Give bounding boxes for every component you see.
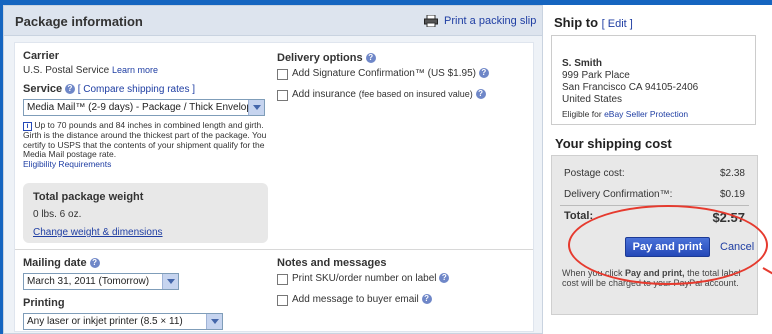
total-value: $2.57 — [712, 210, 745, 225]
weight-value: 0 lbs. 6 oz. — [33, 209, 82, 220]
address-box: S. Smith 999 Park Place San Francisco CA… — [551, 35, 756, 125]
pay-and-print-button[interactable]: Pay and print — [625, 237, 710, 257]
delivery-options-heading: Delivery options ? — [277, 52, 376, 64]
service-help-icon[interactable]: ? — [64, 84, 75, 95]
buyer-message-label: Add message to buyer email — [292, 294, 419, 305]
total-label: Total: — [564, 210, 594, 222]
seller-protection-link[interactable]: eBay Seller Protection — [604, 109, 688, 119]
carrier-value: U.S. Postal Service — [23, 65, 110, 76]
delivery-confirmation-row: Delivery Confirmation™: $0.19 — [564, 189, 745, 200]
mailing-date-select[interactable]: March 31, 2011 (Tomorrow) — [23, 273, 179, 290]
insurance-checkbox[interactable] — [277, 90, 288, 101]
print-sku-checkbox[interactable] — [277, 274, 288, 285]
cancel-link[interactable]: Cancel — [720, 241, 754, 253]
printing-label: Printing — [23, 297, 65, 309]
signature-help-icon[interactable]: ? — [478, 68, 489, 79]
postage-row: Postage cost: $2.38 — [564, 168, 745, 179]
delivery-options-title: Delivery options — [277, 52, 363, 64]
shipping-cost-title: Your shipping cost — [555, 136, 672, 151]
mailing-date-heading: Mailing date ? — [23, 257, 100, 269]
shipping-label-page: Package information Print a packing slip… — [3, 5, 772, 334]
address-country: United States — [562, 94, 623, 105]
buyer-message-row: Add message to buyer email ? — [292, 294, 432, 305]
printer-icon — [424, 14, 438, 28]
recipient-name: S. Smith — [562, 58, 603, 69]
package-information-body: Carrier U.S. Postal Service Learn more S… — [14, 42, 534, 332]
signature-checkbox[interactable] — [277, 69, 288, 80]
payment-note-bold: Pay and print, — [625, 268, 685, 278]
service-select-value: Media Mail™ (2-9 days) - Package / Thick… — [27, 102, 258, 113]
compare-rates-link[interactable]: [ Compare shipping rates ] — [78, 84, 195, 95]
carrier-label: Carrier — [23, 50, 60, 62]
print-sku-row: Print SKU/order number on label ? — [292, 273, 450, 284]
total-row: Total: $2.57 — [564, 210, 745, 225]
print-packing-slip-link[interactable]: Print a packing slip — [424, 14, 537, 28]
edit-address-link[interactable]: [ Edit ] — [602, 18, 633, 30]
insurance-label: Add insurance — [292, 89, 356, 100]
buyer-message-checkbox[interactable] — [277, 295, 288, 306]
service-label: Service — [23, 83, 63, 95]
insurance-note: (fee based on insured value) — [358, 89, 473, 99]
payment-note-prefix: When you click — [562, 268, 623, 278]
delivery-confirmation-label: Delivery Confirmation™: — [564, 189, 673, 200]
print-sku-help-icon[interactable]: ? — [439, 273, 450, 284]
insurance-row: Add insurance (fee based on insured valu… — [292, 89, 486, 100]
mailing-date-help-icon[interactable]: ? — [89, 258, 100, 269]
service-info: i Up to 70 pounds and 84 inches in combi… — [23, 120, 268, 170]
service-select[interactable]: Media Mail™ (2-9 days) - Package / Thick… — [23, 99, 265, 116]
chevron-down-icon — [248, 100, 264, 115]
signature-row: Add Signature Confirmation™ (US $1.95) ? — [292, 68, 489, 79]
service-info-text: Up to 70 pounds and 84 inches in combine… — [23, 120, 267, 159]
mailing-date-value: March 31, 2011 (Tomorrow) — [27, 276, 150, 287]
print-sku-label: Print SKU/order number on label — [292, 273, 437, 284]
postage-label: Postage cost: — [564, 168, 625, 179]
eligibility-link[interactable]: Eligibility Requirements — [23, 159, 268, 170]
payment-note: When you click Pay and print, the total … — [562, 268, 752, 288]
printer-select-value: Any laser or inkjet printer (8.5 × 11) — [27, 316, 183, 327]
shipping-cost-box: Postage cost: $2.38 Delivery Confirmatio… — [551, 155, 758, 315]
postage-value: $2.38 — [719, 168, 745, 179]
section-divider — [15, 249, 533, 250]
ship-to-heading: Ship to [ Edit ] — [554, 15, 633, 30]
weight-title: Total package weight — [33, 191, 144, 203]
chevron-down-icon — [206, 314, 222, 329]
notes-title: Notes and messages — [277, 257, 387, 269]
delivery-confirmation-value: $0.19 — [719, 189, 745, 200]
signature-label: Add Signature Confirmation™ (US $1.95) — [292, 68, 476, 79]
delivery-help-icon[interactable]: ? — [365, 53, 376, 64]
chevron-down-icon — [162, 274, 178, 289]
seller-protection-row: Eligible for eBay Seller Protection — [562, 109, 688, 119]
total-divider — [560, 205, 749, 206]
package-information-header: Package information Print a packing slip — [4, 6, 542, 36]
learn-more-link[interactable]: Learn more — [112, 65, 158, 75]
eligible-prefix: Eligible for — [562, 109, 602, 119]
insurance-help-icon[interactable]: ? — [475, 89, 486, 100]
address-line-2: San Francisco CA 94105-2406 — [562, 82, 699, 93]
ship-to-title: Ship to — [554, 15, 599, 30]
buyer-message-help-icon[interactable]: ? — [421, 294, 432, 305]
service-row: Service ? [ Compare shipping rates ] — [23, 83, 195, 95]
total-weight-box: Total package weight 0 lbs. 6 oz. Change… — [23, 183, 268, 243]
package-information-title: Package information — [15, 14, 143, 29]
print-packing-slip-label: Print a packing slip — [444, 15, 537, 27]
package-information-panel: Package information Print a packing slip… — [3, 5, 543, 334]
mailing-date-label: Mailing date — [23, 257, 87, 269]
change-weight-link[interactable]: Change weight & dimensions — [33, 227, 163, 238]
address-line-1: 999 Park Place — [562, 70, 630, 81]
printer-select[interactable]: Any laser or inkjet printer (8.5 × 11) — [23, 313, 223, 330]
carrier-row: U.S. Postal Service Learn more — [23, 65, 158, 76]
highlight-pointer — [762, 267, 772, 276]
